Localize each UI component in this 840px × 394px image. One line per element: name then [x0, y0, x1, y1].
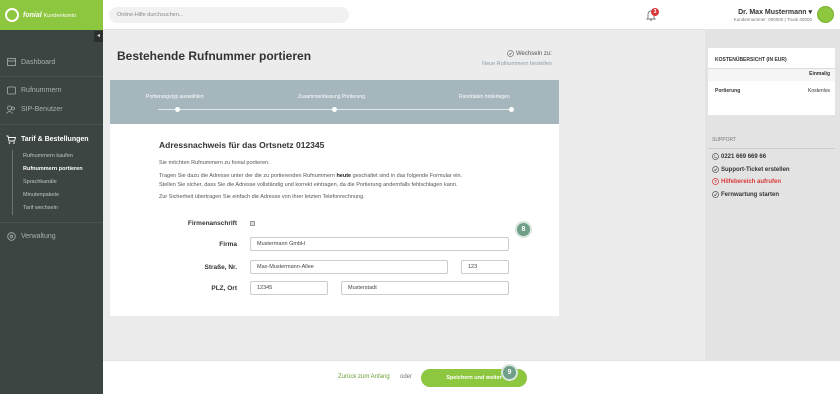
page-title: Bestehende Rufnummer portieren — [117, 49, 312, 63]
step-1: Portierungstyp auswählen — [146, 94, 204, 100]
step-3-dot — [509, 107, 514, 112]
step-badge-8: 8 — [515, 221, 532, 238]
cost-column-header: Einmalig — [809, 71, 830, 77]
subnav-item-rufnummern-portieren[interactable]: Rufnummern portieren — [23, 163, 83, 176]
footer-bar: Zurück zum Anfang oder Speichern und wei… — [103, 360, 840, 394]
subnav-item-sprachkanaele[interactable]: Sprachkanäle — [23, 176, 83, 189]
new-numbers-link[interactable]: Neue Rufnummern bestellen — [482, 61, 552, 67]
check-circle-icon — [712, 166, 719, 173]
users-icon — [6, 104, 16, 114]
instruction-text: Tragen Sie dazu die Adresse unter der di… — [159, 173, 463, 188]
logo-sub-text: Kundenkonto — [43, 12, 77, 19]
progress-steps: Portierungstyp auswählen Zusammenfassung… — [110, 80, 559, 124]
sidebar-item-label: Rufnummern — [21, 86, 62, 94]
chevron-down-icon: ▾ — [808, 9, 812, 16]
step-2-dot — [332, 107, 337, 112]
street-label: Straße, Nr. — [204, 264, 237, 271]
sidebar-item-label: Tarif & Bestellungen — [21, 135, 89, 143]
remote-support-link[interactable]: Fernwartung starten — [712, 191, 779, 198]
question-circle-icon: ? — [712, 178, 719, 185]
cart-icon — [6, 134, 16, 144]
street-field[interactable]: Max-Mustermann-Allee — [250, 260, 448, 274]
subnav-item-minutenpakete[interactable]: Minutenpakete — [23, 189, 83, 202]
support-title: SUPPORT — [712, 137, 737, 143]
cog-icon — [6, 231, 16, 241]
user-menu[interactable]: Dr. Max Mustermann ▾ — [738, 8, 812, 16]
dashboard-icon — [6, 57, 16, 67]
cost-item-label: Portierung — [715, 88, 741, 94]
divider — [0, 124, 103, 125]
step-badge-9: 9 — [501, 364, 518, 381]
sidebar-item-rufnummern[interactable]: Rufnummern — [6, 85, 61, 95]
cost-overview: KOSTENÜBERSICHT (IN EUR) Einmalig Portie… — [708, 48, 835, 115]
customer-number: Kundennummer: 000000 | Trunk 00000 — [733, 17, 812, 22]
logo-icon — [5, 8, 19, 22]
cost-title: KOSTENÜBERSICHT (IN EUR) — [715, 57, 787, 63]
phone-icon — [712, 153, 719, 160]
phone-icon — [6, 85, 16, 95]
notification-badge: 3 — [651, 8, 659, 16]
sidebar-item-label: Dashboard — [21, 58, 56, 66]
user-name: Dr. Max Mustermann — [738, 9, 807, 16]
zip-field[interactable]: 12345 — [250, 281, 328, 295]
section-title: Adressnachweis für das Ortsnetz 012345 — [159, 140, 325, 150]
company-field[interactable]: Mustermann GmbH — [250, 237, 509, 251]
logo[interactable]: fonial Kundenkonto — [0, 0, 103, 30]
switch-label: Wechseln zu: — [507, 50, 552, 57]
check-circle-icon — [507, 50, 514, 57]
top-bar: Online-Hilfe durchsuchen... 3 Dr. Max Mu… — [103, 0, 840, 30]
zip-city-label: PLZ, Ort — [211, 285, 237, 292]
logo-main-text: fonial — [23, 11, 42, 19]
sidebar-subnav: Rufnummern kaufen Rufnummern portieren S… — [12, 150, 83, 215]
intro-text: Sie möchten Rufnummern zu fonial portier… — [159, 160, 270, 166]
company-address-checkbox[interactable] — [250, 221, 255, 226]
divider — [0, 76, 103, 77]
house-number-field[interactable]: 123 — [461, 260, 509, 274]
city-field[interactable]: Musterstadt — [341, 281, 509, 295]
switch-label-text: Wechseln zu: — [516, 50, 552, 57]
hint-text: Zur Sicherheit übertragen Sie einfach di… — [159, 194, 365, 200]
support-ticket-link[interactable]: Support-Ticket erstellen — [712, 166, 790, 173]
right-panel: KOSTENÜBERSICHT (IN EUR) Einmalig Portie… — [705, 30, 840, 360]
step-1-dot — [175, 107, 180, 112]
sidebar-item-sip-benutzer[interactable]: SIP-Benutzer — [6, 104, 63, 114]
step-2: Zusammenfassung Portierung — [298, 94, 365, 100]
sidebar-item-label: Verwaltung — [21, 232, 56, 240]
subnav-item-tarif-wechseln[interactable]: Tarif wechseln — [23, 202, 83, 215]
help-area-link[interactable]: ? Hilfebereich aufrufen — [712, 178, 781, 185]
step-3: Randdaten hinterlegen — [459, 94, 510, 100]
or-text: oder — [400, 374, 413, 380]
cost-item-value: Kostenlos — [808, 88, 830, 94]
avatar[interactable] — [817, 6, 834, 23]
company-address-label: Firmenanschrift — [187, 220, 237, 227]
company-label: Firma — [219, 241, 237, 248]
divider — [0, 222, 103, 223]
form-card: Portierungstyp auswählen Zusammenfassung… — [110, 80, 559, 316]
support-phone[interactable]: 0221 669 669 66 — [712, 153, 766, 160]
sidebar-item-verwaltung[interactable]: Verwaltung — [6, 231, 56, 241]
subnav-item-rufnummern-kaufen[interactable]: Rufnummern kaufen — [23, 150, 83, 163]
sidebar: fonial Kundenkonto ◂ Dashboard Rufnummer… — [0, 0, 103, 394]
sidebar-item-dashboard[interactable]: Dashboard — [6, 57, 55, 67]
collapse-sidebar-button[interactable]: ◂ — [94, 31, 103, 42]
divider — [708, 148, 835, 149]
sidebar-item-label: SIP-Benutzer — [21, 105, 63, 113]
check-circle-icon — [712, 191, 719, 198]
search-input[interactable]: Online-Hilfe durchsuchen... — [109, 7, 349, 23]
back-to-start-link[interactable]: Zurück zum Anfang — [338, 374, 390, 380]
svg-text:?: ? — [714, 179, 717, 184]
sidebar-item-tarif-bestellungen[interactable]: Tarif & Bestellungen — [6, 134, 89, 144]
